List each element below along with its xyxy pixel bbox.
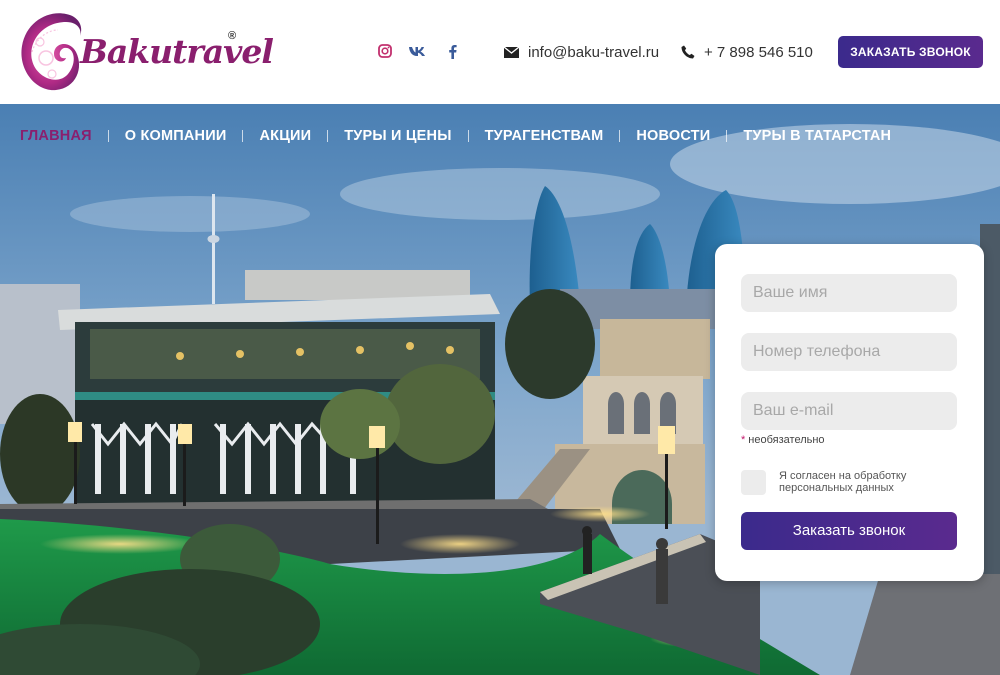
name-input[interactable] xyxy=(741,274,957,312)
email-text: info@baku-travel.ru xyxy=(528,43,660,61)
nav-agencies[interactable]: ТУРАГЕНСТВАМ xyxy=(485,128,604,144)
nav-promotions[interactable]: АКЦИИ xyxy=(259,128,311,144)
envelope-icon xyxy=(504,46,519,58)
facebook-icon xyxy=(448,44,457,59)
callback-form: *необязательно Я согласен на обработку п… xyxy=(715,244,984,581)
nav-news[interactable]: НОВОСТИ xyxy=(636,128,710,144)
main-nav: ГЛАВНАЯ О КОМПАНИИ АКЦИИ ТУРЫ И ЦЕНЫ ТУР… xyxy=(20,128,891,144)
phone-link[interactable]: + 7 898 546 510 xyxy=(681,42,813,62)
instagram-icon xyxy=(378,44,392,58)
phone-input[interactable] xyxy=(741,333,957,371)
optional-note-text: необязательно xyxy=(748,434,825,446)
nav-divider xyxy=(726,130,728,142)
nav-tatarstan-tours[interactable]: ТУРЫ В ТАТАРСТАН xyxy=(743,128,891,144)
required-star: * xyxy=(741,434,746,446)
email-input[interactable] xyxy=(741,392,957,430)
phone-text: + 7 898 546 510 xyxy=(704,43,813,61)
nav-divider xyxy=(107,130,109,142)
site-logo[interactable]: Bakutravel ® xyxy=(18,8,274,96)
phone-icon xyxy=(681,45,695,59)
consent-label: Я согласен на обработку персональных дан… xyxy=(779,470,907,494)
nav-about[interactable]: О КОМПАНИИ xyxy=(125,128,227,144)
vk-icon xyxy=(409,46,425,56)
logo-wordmark: Bakutravel xyxy=(80,32,274,71)
consent-checkbox[interactable] xyxy=(741,470,766,495)
registered-mark: ® xyxy=(228,30,237,42)
site-header: Bakutravel ® info@baku-travel.ru + 7 898… xyxy=(0,0,1000,104)
nav-home[interactable]: ГЛАВНАЯ xyxy=(20,128,92,144)
facebook-link[interactable] xyxy=(443,42,461,60)
nav-tours-prices[interactable]: ТУРЫ И ЦЕНЫ xyxy=(344,128,451,144)
instagram-link[interactable] xyxy=(376,42,394,60)
hero-section: ГЛАВНАЯ О КОМПАНИИ АКЦИИ ТУРЫ И ЦЕНЫ ТУР… xyxy=(0,104,1000,675)
nav-divider xyxy=(619,130,621,142)
nav-divider xyxy=(467,130,469,142)
nav-divider xyxy=(327,130,329,142)
submit-callback-button[interactable]: Заказать звонок xyxy=(741,512,957,550)
paisley-icon xyxy=(21,13,82,91)
vk-link[interactable] xyxy=(408,42,426,60)
optional-note: * необязательно xyxy=(741,434,825,446)
order-call-button[interactable]: ЗАКАЗАТЬ ЗВОНОК xyxy=(838,36,983,68)
email-link[interactable]: info@baku-travel.ru xyxy=(504,42,659,62)
nav-divider xyxy=(242,130,244,142)
